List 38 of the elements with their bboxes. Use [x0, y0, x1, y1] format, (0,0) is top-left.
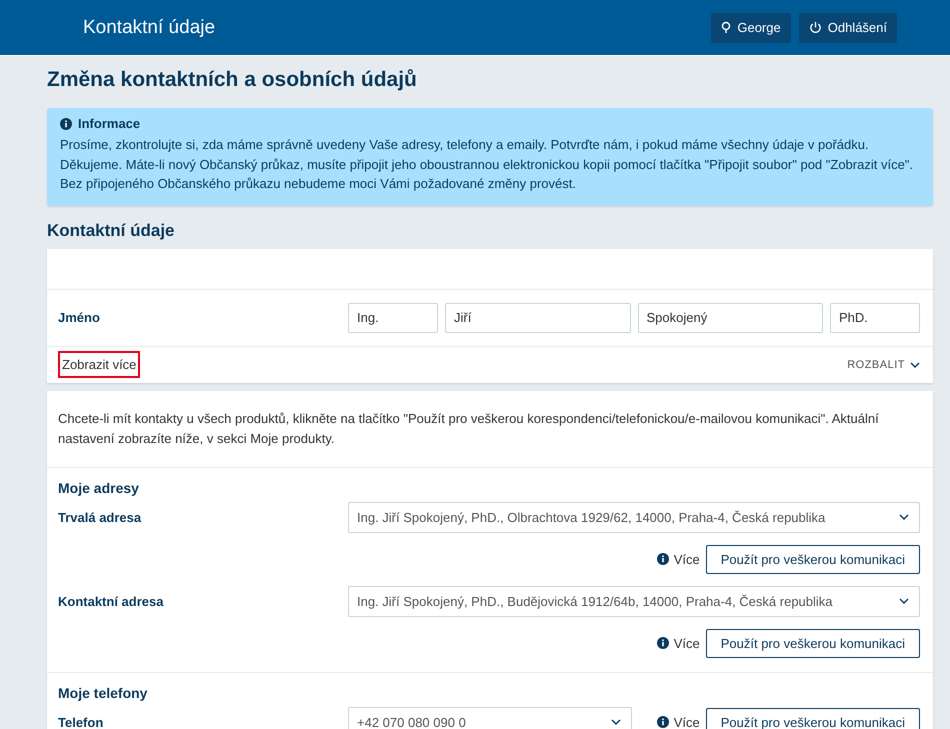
select-field[interactable]: +42 070 080 090 0 — [348, 706, 632, 729]
chevron-down-icon — [899, 598, 909, 604]
more-link[interactable]: Více — [674, 714, 700, 729]
pin-icon — [721, 20, 732, 34]
input-field[interactable]: Jiří — [445, 302, 630, 332]
select-field[interactable]: Ing. Jiří Spokojený, PhD., Budějovická 1912/64b, 14000, Praha-4, Česká republika — [348, 586, 920, 616]
input-field[interactable]: Ing. — [348, 302, 438, 332]
section-title: Kontaktní údaje — [47, 220, 176, 240]
input-field[interactable]: PhD. — [830, 302, 920, 332]
chevron-down-icon — [910, 362, 920, 368]
info-text: Prosíme, zkontrolujte si, zda máme správně uvedeny Vaše adresy, telefony a emaily. Potvrďte nám, i pokud máme všechny údaje v pořádku. Děkujeme. Máte-li nový Občanský průkaz, musíte připojit jeho oboustrannou elektronickou kopii pomocí tlačítka "Připojit soubor" pod "Zobrazit více". Bez připojeného Občanského průkazu nebudeme moci Vámi požadované změny provést. — [60, 136, 914, 193]
info-icon — [656, 637, 669, 649]
show-more-link[interactable]: Zobrazit více — [58, 351, 140, 378]
input-field[interactable]: Spokojený — [638, 302, 823, 332]
header-title: Kontaktní údaje — [83, 16, 216, 38]
intro-text: Chcete-li mít kontakty u všech produktů, klikněte na tlačítko "Použít pro veškerou korespondenci/telefonickou/e-mailovou komunikaci". Aktuální nastavení zobrazíte níže, v sekci Moje produkty. — [47, 390, 933, 468]
info-icon — [656, 553, 669, 565]
info-title: Informace — [78, 116, 140, 131]
use-for-all-button[interactable]: Použít pro veškerou komunikaci — [706, 708, 920, 729]
field-label: Kontaktní adresa — [58, 594, 164, 608]
more-link[interactable]: Více — [674, 552, 700, 566]
expand-link[interactable]: ROZBALIT — [847, 358, 920, 370]
field-label: Jméno — [58, 310, 101, 325]
info-icon — [60, 118, 72, 130]
select-field[interactable]: Ing. Jiří Spokojený, PhD., Olbrachtova 1929/62, 14000, Praha-4, Česká republika — [348, 502, 920, 532]
more-link[interactable]: Více — [674, 636, 700, 650]
field-label: Telefon — [58, 714, 104, 729]
field-label: Trvalá adresa — [58, 510, 142, 524]
chevron-down-icon — [899, 514, 909, 520]
logout-button[interactable]: Odhlášení — [798, 12, 897, 42]
group-title: Moje adresy — [58, 480, 140, 496]
chevron-down-icon — [611, 719, 621, 725]
use-for-all-button[interactable]: Použít pro veškerou komunikaci — [706, 628, 920, 658]
page-title: Změna kontaktních a osobních údajů — [47, 68, 418, 92]
group-title: Moje telefony — [58, 684, 148, 700]
power-icon — [808, 21, 822, 34]
use-for-all-button[interactable]: Použít pro veškerou komunikaci — [706, 544, 920, 574]
user-button[interactable]: George — [711, 12, 791, 42]
